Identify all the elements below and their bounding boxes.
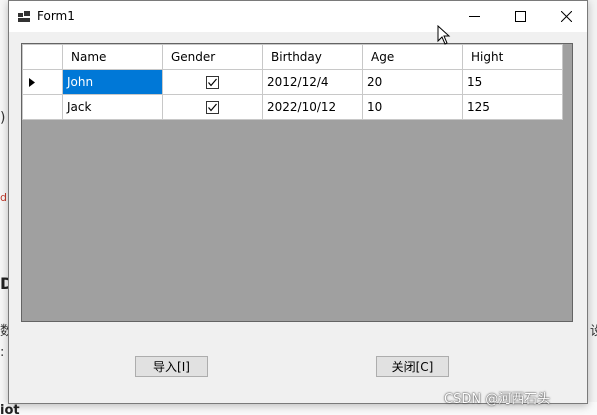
row-header-cell[interactable] bbox=[22, 94, 63, 120]
cell-hight[interactable]: 15 bbox=[462, 69, 563, 95]
column-header-name[interactable]: Name bbox=[62, 44, 163, 70]
checkmark-icon bbox=[208, 78, 217, 87]
gender-checkbox[interactable] bbox=[206, 101, 219, 114]
cell-hight[interactable]: 125 bbox=[462, 94, 563, 120]
maximize-button[interactable] bbox=[497, 1, 543, 32]
column-header-age[interactable]: Age bbox=[362, 44, 463, 70]
gender-checkbox[interactable] bbox=[206, 76, 219, 89]
close-icon bbox=[560, 11, 572, 22]
table-row: John 2012/12/4 20 15 bbox=[22, 69, 563, 95]
watermark: CSDN @河西石头 bbox=[444, 392, 551, 407]
column-header-gender[interactable]: Gender bbox=[162, 44, 263, 70]
minimize-icon bbox=[468, 16, 480, 17]
top-left-header-cell[interactable] bbox=[22, 44, 63, 70]
background-text-fragment: iot bbox=[0, 403, 20, 415]
background-text-fragment: : bbox=[0, 345, 5, 360]
cell-age[interactable]: 20 bbox=[362, 69, 463, 95]
maximize-icon bbox=[514, 11, 526, 22]
background-text-fragment: d bbox=[0, 191, 7, 204]
minimize-button[interactable] bbox=[451, 1, 497, 32]
form1-window: Form1 Name Gender Birthday Age Hight Joh… bbox=[8, 0, 588, 404]
title-bar[interactable]: Form1 bbox=[9, 1, 587, 32]
data-grid[interactable]: Name Gender Birthday Age Hight John 2012… bbox=[21, 43, 573, 322]
background-text-fragment: 设 bbox=[590, 324, 597, 339]
column-header-birthday[interactable]: Birthday bbox=[262, 44, 363, 70]
checkmark-icon bbox=[208, 103, 217, 112]
cell-age[interactable]: 10 bbox=[362, 94, 463, 120]
cell-name[interactable]: Jack bbox=[62, 94, 163, 120]
header-row: Name Gender Birthday Age Hight bbox=[22, 44, 563, 70]
table-row: Jack 2022/10/12 10 125 bbox=[22, 94, 563, 120]
grid-table: Name Gender Birthday Age Hight John 2012… bbox=[22, 44, 563, 120]
cell-gender[interactable] bbox=[162, 94, 263, 120]
cell-name[interactable]: John bbox=[62, 69, 163, 95]
app-icon bbox=[18, 11, 30, 22]
background-text-fragment: ) bbox=[0, 110, 6, 126]
import-button[interactable]: 导入[I] bbox=[135, 356, 208, 377]
mouse-cursor-icon bbox=[437, 25, 451, 45]
column-header-hight[interactable]: Hight bbox=[462, 44, 563, 70]
cell-gender[interactable] bbox=[162, 69, 263, 95]
cell-birthday[interactable]: 2012/12/4 bbox=[262, 69, 363, 95]
close-window-button[interactable] bbox=[543, 1, 589, 32]
window-title: Form1 bbox=[37, 9, 75, 23]
cell-birthday[interactable]: 2022/10/12 bbox=[262, 94, 363, 120]
row-header-cell[interactable] bbox=[22, 69, 63, 95]
current-row-arrow-icon bbox=[29, 78, 35, 87]
close-button[interactable]: 关闭[C] bbox=[376, 356, 449, 377]
